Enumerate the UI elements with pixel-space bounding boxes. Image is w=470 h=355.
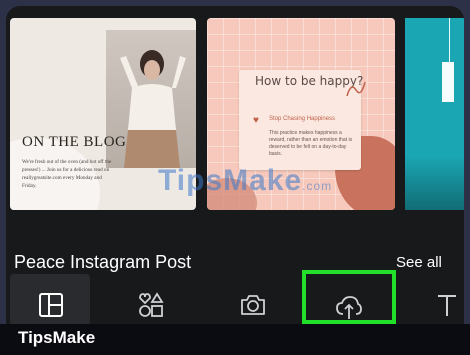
camera-icon [241,295,265,315]
bottom-toolbar [6,270,464,324]
brand-logo-text: TipsMake [18,328,96,347]
template-body-text: We're fresh out of the oven (and hot off… [22,159,112,189]
tool-photos[interactable] [212,274,292,324]
tool-uploads[interactable] [302,270,396,324]
lamp-shape [442,62,454,102]
design-layout-icon [39,293,63,317]
lamp-cord [449,18,450,64]
elements-shapes-icon [139,292,164,317]
tool-design[interactable] [10,274,90,324]
template-body-text: This practice makes happiness a reward, … [269,130,353,157]
template-subtitle: Stop Chasing Happiness [269,116,336,122]
watermark-brand: TipsMake [158,164,303,197]
tool-text[interactable] [424,274,464,324]
device-frame: ON THE BLOG We're fresh out of the oven … [0,0,470,324]
see-all-link[interactable]: See all [396,254,442,271]
text-icon [438,295,456,316]
decorative-shadow [405,156,464,210]
tool-elements[interactable] [110,274,190,324]
cloud-upload-icon [336,296,362,319]
watermark-suffix: .com [302,179,333,193]
watermark: TipsMake.com [158,164,332,198]
app-screen: ON THE BLOG We're fresh out of the oven … [6,6,464,324]
heart-icon: ♥ [253,115,259,126]
section-title: Peace Instagram Post [14,252,192,272]
squiggle-icon [346,81,366,97]
template-title: ON THE BLOG [22,134,127,150]
